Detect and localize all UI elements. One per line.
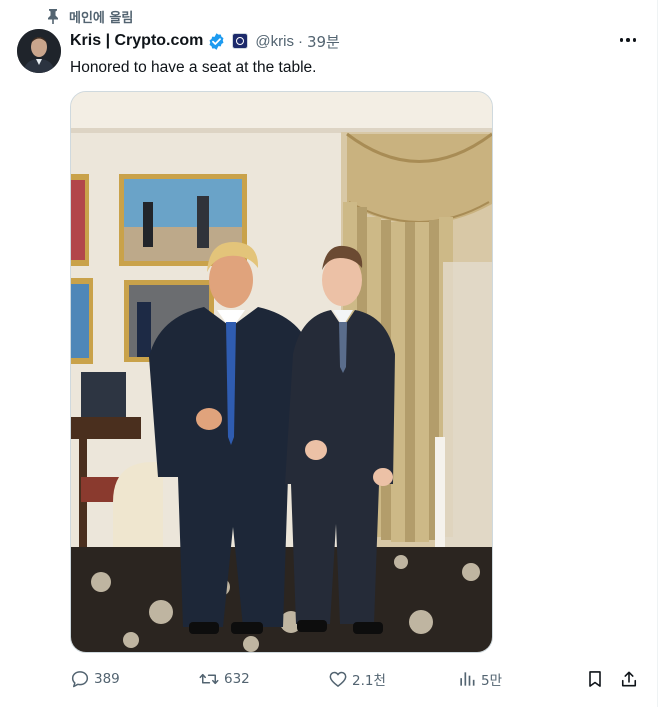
retweet-icon (199, 673, 219, 685)
verified-badge-icon[interactable] (207, 32, 226, 51)
reply-button[interactable]: 389 (70, 667, 120, 691)
reply-count: 389 (94, 671, 120, 687)
tweet-header: Kris | Crypto.com @kris · 39분 (70, 30, 340, 52)
author-display-name[interactable]: Kris | Crypto.com (70, 32, 203, 50)
pin-icon (48, 9, 58, 24)
bookmark-button[interactable] (585, 667, 605, 691)
tweet-actions: 389 632 2.1천 5만 (0, 667, 658, 691)
more-options-button[interactable] (617, 30, 639, 50)
tweet-photo[interactable] (70, 91, 493, 653)
author-handle[interactable]: @kris (255, 33, 294, 50)
header-separator: · (297, 32, 303, 50)
bookmark-icon (589, 671, 601, 687)
tweet-text: Honored to have a seat at the table. (70, 59, 317, 76)
like-button[interactable]: 2.1천 (328, 667, 386, 691)
views-button[interactable]: 5만 (457, 667, 502, 691)
views-chart-icon (460, 672, 475, 686)
pinned-label: 메인에 올림 (69, 10, 134, 26)
retweet-button[interactable]: 632 (198, 667, 250, 691)
more-dot-icon (626, 38, 630, 42)
avatar[interactable] (17, 29, 61, 73)
share-button[interactable] (619, 667, 639, 691)
crypto-com-affiliate-badge-icon[interactable] (232, 33, 249, 49)
more-dot-icon (632, 38, 637, 42)
tweet-card[interactable]: 메인에 올림 Kris | Crypto.com @kris · 39분 Hon… (0, 0, 658, 707)
views-count: 5만 (481, 673, 503, 689)
heart-icon (329, 671, 347, 687)
tweet-timestamp[interactable]: 39분 (307, 31, 340, 52)
like-count: 2.1천 (352, 673, 386, 689)
retweet-count: 632 (224, 671, 250, 687)
reply-icon (71, 671, 89, 688)
pinned-indicator: 메인에 올림 (46, 7, 134, 26)
share-icon (621, 671, 637, 687)
more-dot-icon (619, 38, 624, 42)
